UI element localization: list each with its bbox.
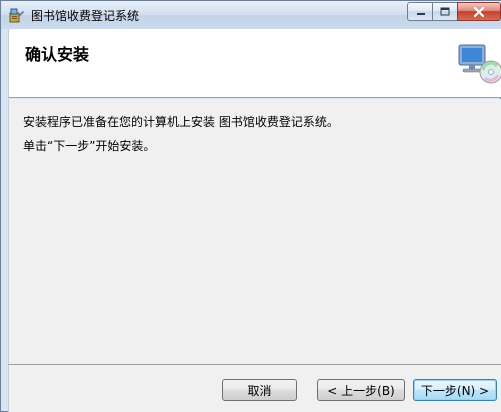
cancel-button[interactable]: 取消	[222, 379, 297, 401]
title-bar[interactable]: 图书馆收费登记系统	[1, 1, 501, 29]
instruction-message: 单击“下一步”开始安装。	[23, 139, 156, 153]
close-button[interactable]	[457, 2, 501, 21]
button-bar: 取消 < 上一步(B) 下一步(N) >	[8, 364, 501, 412]
maximize-icon	[440, 7, 450, 16]
minimize-button[interactable]	[407, 2, 433, 21]
computer-disc-icon	[458, 44, 501, 84]
next-button[interactable]: 下一步(N) >	[413, 379, 497, 401]
close-icon	[473, 6, 485, 17]
window-title: 图书馆收费登记系统	[31, 9, 140, 23]
minimize-icon	[416, 12, 425, 15]
maximize-button[interactable]	[432, 2, 458, 21]
content-area: 安装程序已准备在您的计算机上安装 图书馆收费登记系统。 单击“下一步”开始安装。	[8, 99, 501, 364]
header-banner: 确认安装	[8, 29, 501, 98]
installer-app-icon	[9, 8, 24, 23]
page-title: 确认安装	[25, 45, 90, 64]
back-button[interactable]: < 上一步(B)	[317, 379, 405, 401]
installer-window: 图书馆收费登记系统 确认安装 安装程序已准备在您的计算机上安装 图书馆收费登记系…	[0, 0, 501, 412]
install-ready-message: 安装程序已准备在您的计算机上安装 图书馆收费登记系统。	[23, 115, 339, 129]
